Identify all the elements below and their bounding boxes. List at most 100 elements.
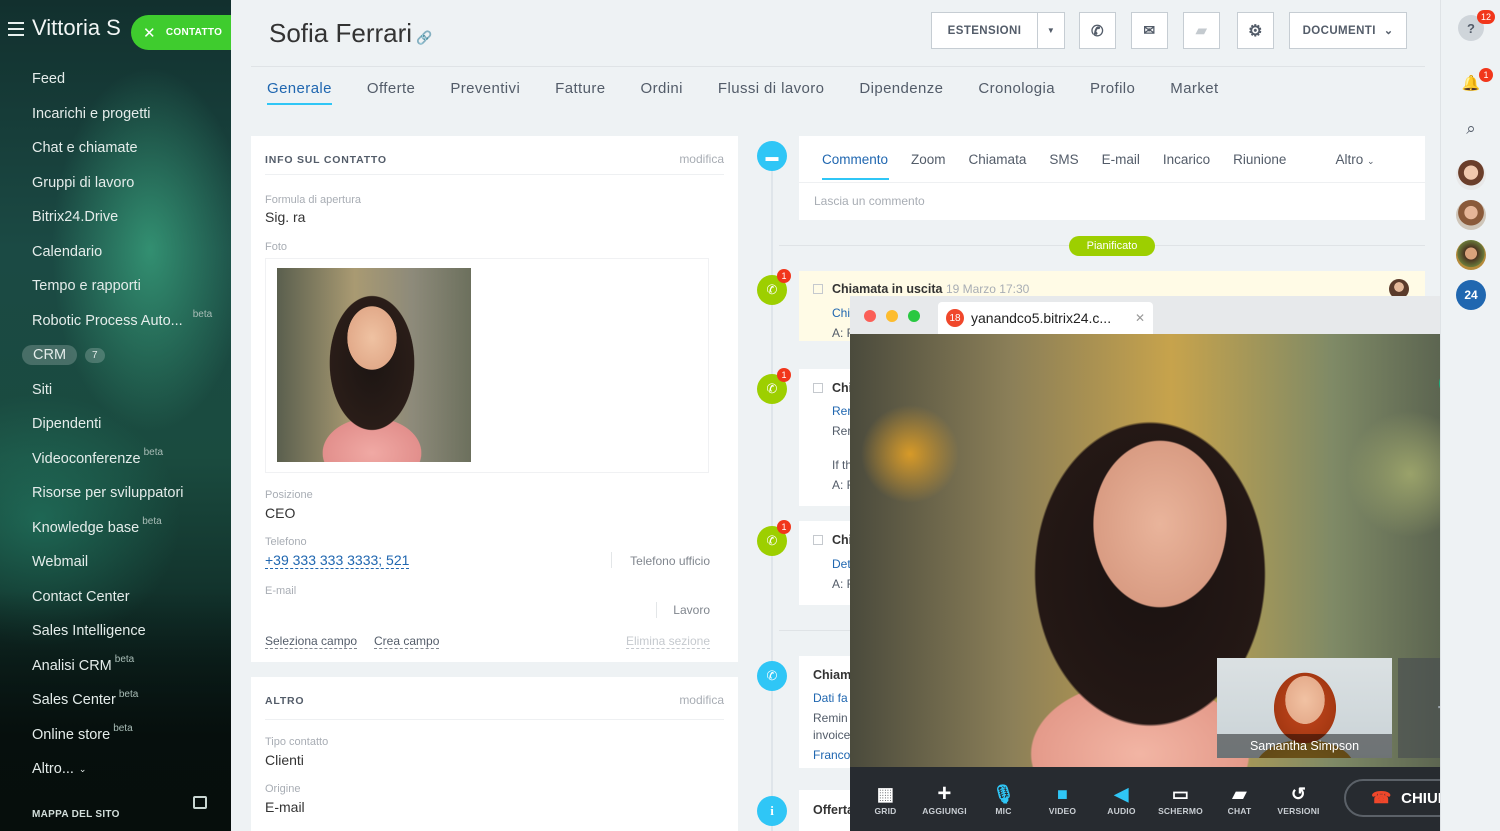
tab-dipendenze[interactable]: Dipendenze (859, 80, 943, 105)
sidebar-item-label: Tempo e rapporti (32, 278, 141, 295)
edit-link[interactable]: modifica (679, 152, 724, 166)
screen-share-button[interactable]: ▭ SCHERMO (1151, 782, 1210, 817)
tab-ordini[interactable]: Ordini (641, 80, 683, 105)
tab-email[interactable]: E-mail (1102, 152, 1140, 167)
task-checkbox[interactable] (813, 535, 823, 545)
extensions-button[interactable]: ESTENSIONI (931, 12, 1037, 49)
avatar[interactable] (1456, 240, 1486, 270)
sidebar-item-calendar[interactable]: Calendario (0, 235, 231, 270)
active-tab-underline (822, 178, 889, 180)
mic-button[interactable]: 🎙 MIC (974, 782, 1033, 817)
sidebar-item-time[interactable]: Tempo e rapporti (0, 269, 231, 304)
audio-button[interactable]: ◀ AUDIO (1092, 782, 1151, 817)
add-button[interactable]: + AGGIUNGI (915, 780, 974, 816)
tab-market[interactable]: Market (1170, 80, 1218, 105)
video-button[interactable]: ■ VIDEO (1033, 782, 1092, 817)
sidebar-item-chat[interactable]: Chat e chiamate (0, 131, 231, 166)
sidebar-item-contact-center[interactable]: Contact Center (0, 580, 231, 615)
link-icon[interactable]: 🔗 (416, 30, 432, 45)
chevron-down-icon: ⌄ (1383, 25, 1394, 37)
sidebar-item-feed[interactable]: Feed (0, 62, 231, 97)
window-close-icon[interactable] (864, 310, 876, 322)
sidebar-item-groups[interactable]: Gruppi di lavoro (0, 166, 231, 201)
avatar[interactable] (1456, 200, 1486, 230)
sidebar-item-crm[interactable]: CRM 7 (0, 338, 231, 373)
task-checkbox[interactable] (813, 383, 823, 393)
sidebar-item-crm-analytics[interactable]: Analisi CRM beta (0, 649, 231, 684)
chat-button[interactable]: ▰ (1183, 12, 1220, 49)
tab-preventivi[interactable]: Preventivi (450, 80, 520, 105)
extensions-dropdown[interactable]: ▼ (1037, 12, 1065, 49)
task-checkbox[interactable] (813, 284, 823, 294)
tab-generale[interactable]: Generale (267, 80, 332, 105)
print-icon[interactable] (193, 796, 207, 809)
sidebar-item-video[interactable]: Videoconferenze beta (0, 442, 231, 477)
timeline-text[interactable]: Dati fa (813, 691, 848, 705)
tab-profilo[interactable]: Profilo (1090, 80, 1135, 105)
tab-zoom[interactable]: Zoom (911, 152, 946, 167)
sidebar-item-rpa[interactable]: Robotic Process Auto... beta (0, 304, 231, 339)
settings-button[interactable]: ⚙ (1237, 12, 1274, 49)
sidebar-item-employees[interactable]: Dipendenti (0, 407, 231, 442)
sidebar-item-tasks[interactable]: Incarichi e progetti (0, 97, 231, 132)
window-minimize-icon[interactable] (886, 310, 898, 322)
sidebar-item-drive[interactable]: Bitrix24.Drive (0, 200, 231, 235)
delete-section-link[interactable]: Elimina sezione (625, 634, 710, 649)
sidebar-item-online-store[interactable]: Online store beta (0, 718, 231, 753)
timeline-text[interactable]: Rer (832, 404, 851, 418)
sitemap-link[interactable]: MAPPA DEL SITO (32, 809, 120, 820)
participant-video[interactable]: Samantha Simpson (1217, 658, 1392, 758)
sidebar-item-developers[interactable]: Risorse per sviluppatori (0, 476, 231, 511)
sidebar-item-knowledge[interactable]: Knowledge base beta (0, 511, 231, 546)
tab-cronologia[interactable]: Cronologia (978, 80, 1055, 105)
contact-photo[interactable] (277, 268, 471, 462)
plus-icon: + (937, 780, 952, 807)
tab-altro[interactable]: Altro ⌄ (1335, 152, 1374, 167)
phone-link[interactable]: +39 333 333 3333; 521 (265, 552, 410, 569)
chat-icon: ▰ (1195, 22, 1208, 38)
contact-label: CONTATTO (165, 27, 223, 38)
menu-icon[interactable] (8, 22, 24, 36)
sidebar-item-sales-intelligence[interactable]: Sales Intelligence (0, 614, 231, 649)
tab-flussi[interactable]: Flussi di lavoro (718, 80, 824, 105)
page-title: Sofia Ferrari 🔗 (269, 18, 432, 49)
sidebar-item-webmail[interactable]: Webmail (0, 545, 231, 580)
timeline-text[interactable]: Chi (832, 306, 850, 320)
tab-riunione[interactable]: Riunione (1233, 152, 1286, 167)
counter-badge[interactable]: 24 (1456, 280, 1486, 310)
grid-button[interactable]: ▦ GRID (856, 782, 915, 817)
call-tab[interactable]: 18 yanandco5.bitrix24.c... ✕ (938, 302, 1153, 334)
avatar[interactable] (1456, 160, 1486, 190)
versions-button[interactable]: ↺ VERSIONI (1269, 782, 1328, 817)
comment-input[interactable]: Lascia un commento (799, 182, 1425, 220)
select-field-link[interactable]: Seleziona campo (265, 634, 358, 649)
timeline-text: Rer (832, 424, 852, 438)
tab-fatture[interactable]: Fatture (555, 80, 605, 105)
video-call-window[interactable]: 18 yanandco5.bitrix24.c... ✕ Samantha Si… (850, 296, 1493, 831)
timeline-text[interactable]: Franco (813, 748, 850, 762)
tab-incarico[interactable]: Incarico (1163, 152, 1210, 167)
search-icon[interactable]: ⌕ (1458, 116, 1484, 142)
create-field-link[interactable]: Crea campo (374, 634, 440, 649)
tab-sms[interactable]: SMS (1049, 152, 1078, 167)
tab-chiamata[interactable]: Chiamata (969, 152, 1027, 167)
email-button[interactable]: ✉ (1131, 12, 1168, 49)
window-maximize-icon[interactable] (908, 310, 920, 322)
edit-link[interactable]: modifica (679, 693, 724, 707)
activity-tabs: Commento Zoom Chiamata SMS E-mail Incari… (799, 136, 1425, 182)
sidebar-item-more[interactable]: Altro... ⌄ (0, 752, 231, 787)
entity-tabs: Generale Offerte Preventivi Fatture Ordi… (267, 80, 1254, 105)
call-button[interactable]: ✆ (1079, 12, 1116, 49)
sidebar-item-sites[interactable]: Siti (0, 373, 231, 408)
portal-title[interactable]: Vittoria S (32, 15, 121, 41)
chat-button[interactable]: ▰ CHAT (1210, 782, 1269, 817)
control-label: AUDIO (1107, 806, 1136, 816)
sidebar-item-sales-center[interactable]: Sales Center beta (0, 683, 231, 718)
tab-commento[interactable]: Commento (822, 152, 888, 167)
tab-offerte[interactable]: Offerte (367, 80, 415, 105)
contact-close-button[interactable]: ✕ CONTATTO (131, 15, 231, 50)
close-icon[interactable]: ✕ (1135, 311, 1145, 325)
documents-button[interactable]: DOCUMENTI ⌄ (1289, 12, 1407, 49)
window-titlebar[interactable]: 18 yanandco5.bitrix24.c... ✕ (850, 296, 1493, 334)
timeline-text[interactable]: Det (832, 557, 851, 571)
